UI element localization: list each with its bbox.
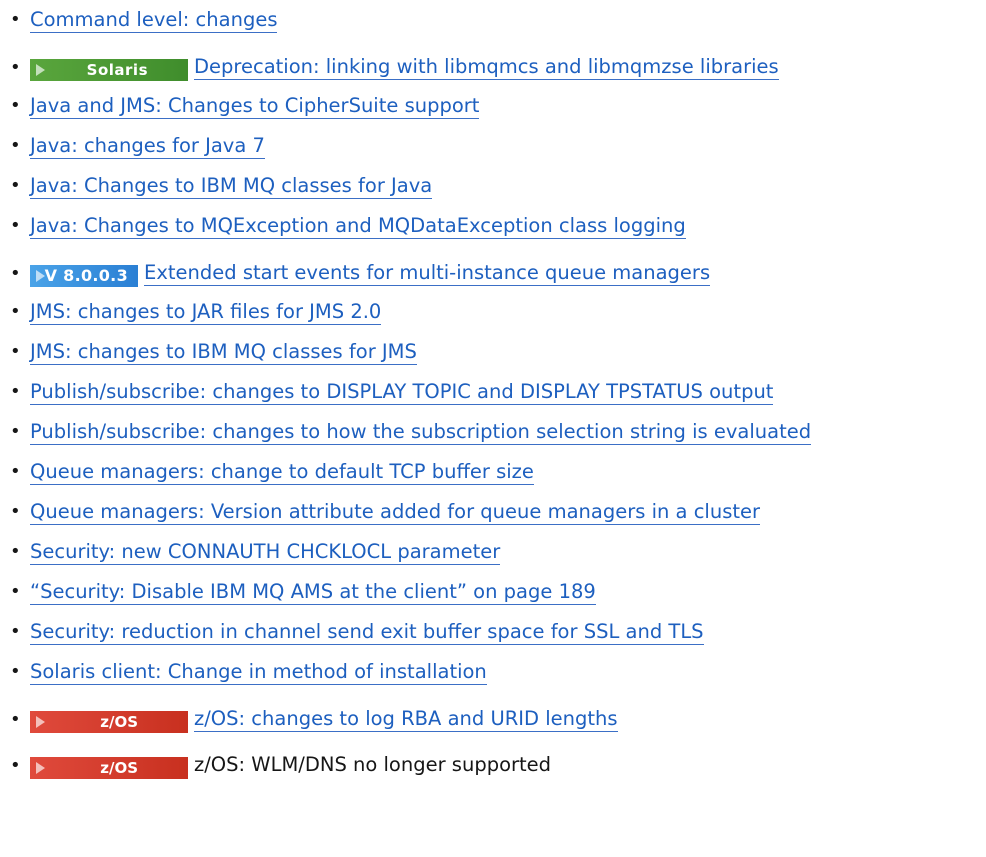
- list-item: • Solaris Deprecation: linking with libmq…: [0, 42, 986, 88]
- list-item: • JMS: changes to JAR files for JMS 2.0: [0, 294, 986, 334]
- list-item: • Publish/subscribe: changes to how the …: [0, 414, 986, 454]
- link-command-level[interactable]: Command level: changes: [30, 8, 278, 33]
- list-item: • Security: new CONNAUTH CHCKLOCL parame…: [0, 534, 986, 574]
- document-page: • Command level: changes • Solaris Deprec…: [0, 0, 986, 857]
- link-version-attribute[interactable]: Queue managers: Version attribute added …: [30, 500, 761, 525]
- link-jms-jar-files[interactable]: JMS: changes to JAR files for JMS 2.0: [30, 300, 382, 325]
- bullet: •: [10, 661, 21, 682]
- list-item: • Command level: changes: [0, 2, 986, 42]
- bullet: •: [10, 301, 21, 322]
- link-mqexception-logging[interactable]: Java: Changes to MQException and MQDataE…: [30, 214, 686, 239]
- list-item: • Java: Changes to MQException and MQDat…: [0, 208, 986, 248]
- link-java-7[interactable]: Java: changes for Java 7: [30, 134, 265, 159]
- list-item: • “Security: Disable IBM MQ AMS at the c…: [0, 574, 986, 614]
- wlm-dns-text: z/OS: WLM/DNS no longer supported: [194, 753, 552, 776]
- arrow-right-icon: [36, 716, 45, 728]
- bullet: •: [10, 215, 21, 236]
- list-item: • z/OS z/OS: changes to log RBA and URID …: [0, 694, 986, 740]
- link-ciphersuite-support[interactable]: Java and JMS: Changes to CipherSuite sup…: [30, 94, 480, 119]
- link-display-topic[interactable]: Publish/subscribe: changes to DISPLAY TO…: [30, 380, 774, 405]
- zos-platform-badge: z/OS: [30, 711, 188, 733]
- bullet: •: [10, 57, 21, 78]
- link-mq-classes-jms[interactable]: JMS: changes to IBM MQ classes for JMS: [30, 340, 417, 365]
- link-mq-classes-java[interactable]: Java: Changes to IBM MQ classes for Java: [30, 174, 433, 199]
- list-item: • V 8.0.0.3 Extended start events for mul…: [0, 248, 986, 294]
- bullet: •: [10, 135, 21, 156]
- link-send-exit-buffer[interactable]: Security: reduction in channel send exit…: [30, 620, 704, 645]
- list-item: • Java and JMS: Changes to CipherSuite s…: [0, 88, 986, 128]
- bullet: •: [10, 421, 21, 442]
- link-connauth-chcklocl[interactable]: Security: new CONNAUTH CHCKLOCL paramete…: [30, 540, 501, 565]
- bullet: •: [10, 263, 21, 284]
- list-item: • Solaris client: Change in method of in…: [0, 654, 986, 694]
- bullet: •: [10, 95, 21, 116]
- bullet: •: [10, 581, 21, 602]
- bullet: •: [10, 755, 21, 776]
- list-item: • Queue managers: Version attribute adde…: [0, 494, 986, 534]
- bullet: •: [10, 541, 21, 562]
- bullet: •: [10, 461, 21, 482]
- bullet: •: [10, 621, 21, 642]
- link-tcp-buffer-size[interactable]: Queue managers: change to default TCP bu…: [30, 460, 534, 485]
- link-rba-urid-lengths[interactable]: z/OS: changes to log RBA and URID length…: [194, 707, 618, 732]
- changes-link-list: • Command level: changes • Solaris Deprec…: [0, 2, 986, 786]
- bullet: •: [10, 501, 21, 522]
- link-solaris-client-install[interactable]: Solaris client: Change in method of inst…: [30, 660, 487, 685]
- list-item: • JMS: changes to IBM MQ classes for JMS: [0, 334, 986, 374]
- arrow-right-icon: [36, 762, 45, 774]
- solaris-platform-badge: Solaris: [30, 59, 188, 81]
- bullet: •: [10, 175, 21, 196]
- list-item: • Java: Changes to IBM MQ classes for Ja…: [0, 168, 986, 208]
- version-badge: V 8.0.0.3: [30, 265, 138, 287]
- link-disable-ams[interactable]: “Security: Disable IBM MQ AMS at the cli…: [30, 580, 596, 605]
- link-deprecation-libmqmcs[interactable]: Deprecation: linking with libmqmcs and l…: [194, 55, 779, 80]
- arrow-right-icon: [36, 64, 45, 76]
- bullet: •: [10, 341, 21, 362]
- zos-platform-badge: z/OS: [30, 757, 188, 779]
- arrow-right-icon: [36, 270, 45, 282]
- list-item: • Queue managers: change to default TCP …: [0, 454, 986, 494]
- list-item: • Java: changes for Java 7: [0, 128, 986, 168]
- bullet: •: [10, 381, 21, 402]
- link-selection-string[interactable]: Publish/subscribe: changes to how the su…: [30, 420, 812, 445]
- link-extended-start-events[interactable]: Extended start events for multi-instance…: [144, 261, 711, 286]
- list-item: • Publish/subscribe: changes to DISPLAY …: [0, 374, 986, 414]
- bullet: •: [10, 709, 21, 730]
- list-item: • z/OS z/OS: WLM/DNS no longer supported: [0, 740, 986, 786]
- bullet: •: [10, 9, 21, 30]
- list-item: • Security: reduction in channel send ex…: [0, 614, 986, 654]
